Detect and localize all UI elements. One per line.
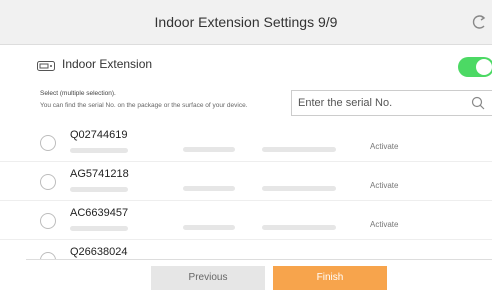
device-select-radio[interactable] bbox=[40, 174, 56, 190]
footer-left-margin bbox=[0, 259, 26, 291]
device-select-radio[interactable] bbox=[40, 213, 56, 229]
refresh-icon[interactable] bbox=[472, 12, 486, 32]
device-row[interactable]: AC6639457 Activate bbox=[0, 201, 492, 240]
serial-search-box[interactable] bbox=[291, 90, 492, 116]
redacted-field bbox=[70, 187, 128, 192]
device-serial: Q26638024 bbox=[70, 246, 128, 258]
redacted-field bbox=[70, 148, 128, 153]
redacted-field bbox=[262, 147, 336, 152]
redacted-field bbox=[262, 186, 336, 191]
redacted-field bbox=[70, 226, 128, 231]
indoor-extension-toggle[interactable] bbox=[458, 57, 492, 77]
device-serial: AG5741218 bbox=[70, 168, 129, 180]
indoor-extension-section: Indoor Extension bbox=[0, 45, 492, 85]
device-status[interactable]: Activate bbox=[370, 142, 398, 151]
serial-number-input[interactable] bbox=[292, 91, 468, 115]
device-status[interactable]: Activate bbox=[370, 220, 398, 229]
search-icon[interactable] bbox=[471, 96, 485, 110]
toggle-knob bbox=[476, 59, 492, 75]
indoor-extension-label: Indoor Extension bbox=[62, 57, 153, 71]
redacted-field bbox=[183, 186, 235, 191]
header-bar: Indoor Extension Settings 9/9 bbox=[0, 0, 492, 45]
selection-hint: Select (multiple selection). bbox=[40, 90, 116, 97]
device-serial: Q02744619 bbox=[70, 129, 128, 141]
indoor-extension-icon bbox=[37, 61, 55, 71]
serial-location-hint: You can find the serial No. on the packa… bbox=[40, 102, 248, 109]
finish-button[interactable]: Finish bbox=[273, 266, 387, 290]
page-title: Indoor Extension Settings 9/9 bbox=[154, 14, 338, 30]
redacted-field bbox=[183, 147, 235, 152]
device-select-radio[interactable] bbox=[40, 135, 56, 151]
device-serial: AC6639457 bbox=[70, 207, 129, 219]
device-status[interactable]: Activate bbox=[370, 181, 398, 190]
footer-bar: Previous Finish bbox=[26, 259, 492, 292]
redacted-field bbox=[183, 225, 235, 230]
previous-button[interactable]: Previous bbox=[151, 266, 265, 290]
device-row[interactable]: Q02744619 Activate bbox=[0, 123, 492, 162]
device-row[interactable]: AG5741218 Activate bbox=[0, 162, 492, 201]
redacted-field bbox=[262, 225, 336, 230]
